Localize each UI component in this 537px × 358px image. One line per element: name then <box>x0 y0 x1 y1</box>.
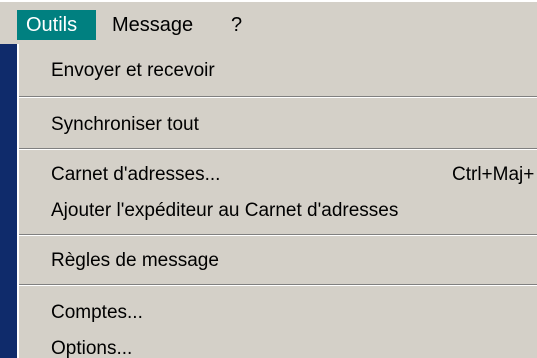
menu-separator <box>19 234 537 236</box>
menu-item-shortcut: Ctrl+Maj+ <box>452 164 535 185</box>
menu-separator <box>19 284 537 286</box>
menu-item-ajouter-expediteur[interactable]: Ajouter l'expéditeur au Carnet d'adresse… <box>19 196 537 226</box>
menu-outils[interactable]: Outils <box>17 10 96 40</box>
menu-item-label: Options... <box>51 338 133 358</box>
menu-help[interactable]: ? <box>222 10 251 40</box>
menu-separator <box>19 96 537 98</box>
menu-item-regles-de-message[interactable]: Règles de message <box>19 246 537 276</box>
menu-item-label: Comptes... <box>51 302 143 323</box>
outils-dropdown-menu: Envoyer et recevoir Synchroniser tout Ca… <box>17 44 537 358</box>
menu-item-comptes[interactable]: Comptes... <box>19 298 537 328</box>
menu-item-options[interactable]: Options... <box>19 334 537 358</box>
menu-message[interactable]: Message <box>103 10 202 40</box>
menu-item-label: Règles de message <box>51 250 219 271</box>
menu-item-label: Synchroniser tout <box>51 114 199 135</box>
menu-item-carnet-d-adresses[interactable]: Carnet d'adresses... Ctrl+Maj+ <box>19 160 537 190</box>
menu-separator <box>19 148 537 150</box>
menu-bar: Outils Message ? <box>0 0 537 44</box>
menu-item-envoyer-et-recevoir[interactable]: Envoyer et recevoir <box>19 56 537 86</box>
menu-item-label: Envoyer et recevoir <box>51 60 215 81</box>
menu-item-label: Ajouter l'expéditeur au Carnet d'adresse… <box>51 200 399 221</box>
menu-item-label: Carnet d'adresses... <box>51 164 221 185</box>
menu-item-synchroniser-tout[interactable]: Synchroniser tout <box>19 110 537 140</box>
screen: Outils Message ? Envoyer et recevoir Syn… <box>0 0 537 358</box>
